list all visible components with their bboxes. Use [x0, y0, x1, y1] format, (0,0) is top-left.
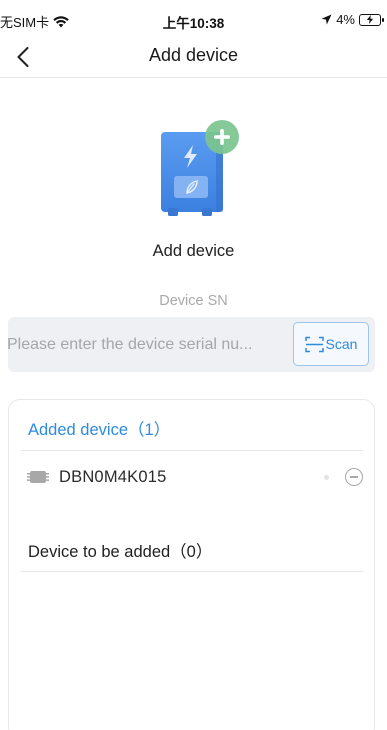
battery-icon: [359, 13, 384, 26]
device-list-item[interactable]: DBN0M4K015: [21, 462, 363, 492]
added-device-header: Added device（1）: [28, 421, 171, 439]
status-bar-right: 4%: [321, 12, 384, 27]
scan-button[interactable]: Scan: [293, 322, 369, 366]
device-to-be-added-header: Device to be added（0）: [28, 543, 213, 561]
device-sn-input-row: Scan: [7, 317, 375, 372]
remove-device-button[interactable]: [345, 468, 363, 486]
device-add-icon: [161, 120, 239, 216]
page-title: Add device: [148, 45, 239, 65]
device-sn-input[interactable]: [7, 324, 291, 365]
device-add-illustration: [156, 118, 242, 220]
device-sn-label: Device SN: [159, 293, 228, 309]
minus-icon: [350, 476, 358, 478]
scan-label: Scan: [325, 336, 358, 352]
status-bar: 无SIM卡 上午10:38 4%: [0, 0, 387, 36]
divider: [21, 571, 363, 572]
device-list-card: Added device（1） DBN0M4K015 Device to be …: [8, 399, 375, 730]
scan-icon: [304, 336, 324, 352]
battery-percent: 4%: [336, 12, 355, 27]
add-device-heading: Add device: [152, 242, 235, 260]
nav-bar: Add device: [0, 36, 387, 78]
device-name: DBN0M4K015: [59, 467, 167, 486]
location-arrow-icon: [321, 14, 332, 25]
status-dot: [324, 475, 329, 480]
device-chip-icon: [27, 471, 49, 483]
divider: [21, 450, 363, 451]
charging-bolt-icon: [366, 15, 374, 24]
